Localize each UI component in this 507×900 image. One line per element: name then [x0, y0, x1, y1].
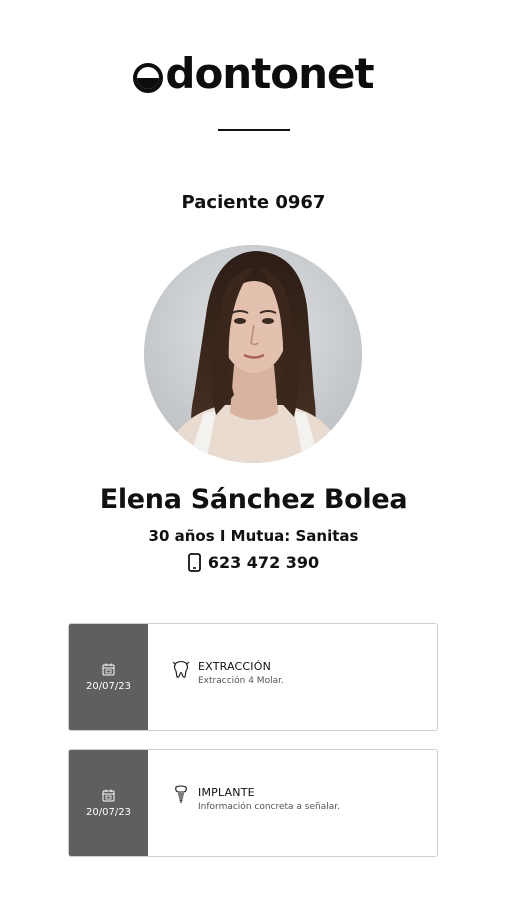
implant-icon — [175, 785, 187, 803]
patient-avatar — [144, 245, 362, 463]
calendar-icon — [102, 663, 115, 675]
tooth-icon — [172, 660, 190, 678]
logo-mark-icon — [133, 62, 164, 93]
treatment-date: 20/07/23 — [86, 806, 131, 818]
treatment-date-panel: 20/07/23 — [69, 750, 148, 856]
treatment-card[interactable]: 20/07/23 EXTRACCIÓN Extracción 4 Molar. — [68, 623, 438, 731]
treatment-body: EXTRACCIÓN Extracción 4 Molar. — [148, 624, 284, 730]
header-divider — [218, 129, 290, 131]
treatment-card[interactable]: 20/07/23 IMPLANTE Información concreta a… — [68, 749, 438, 857]
patient-phone[interactable]: 623 472 390 — [0, 553, 507, 572]
treatment-description: Información concreta a señalar. — [198, 802, 341, 812]
patient-name: Elena Sánchez Bolea — [99, 484, 408, 515]
app-logo: dontonet — [0, 48, 507, 100]
treatment-body: IMPLANTE Información concreta a señalar. — [148, 750, 340, 856]
phone-icon — [187, 553, 201, 572]
patient-id-label: Paciente 0967 — [181, 192, 326, 213]
treatment-title: IMPLANTE — [198, 786, 255, 799]
treatment-title: EXTRACCIÓN — [198, 660, 272, 673]
phone-number: 623 472 390 — [207, 553, 320, 572]
treatment-description: Extracción 4 Molar. — [198, 676, 284, 686]
logo-text: dontonet — [165, 49, 374, 98]
treatment-date: 20/07/23 — [86, 680, 131, 692]
calendar-icon — [102, 789, 115, 801]
treatment-date-panel: 20/07/23 — [69, 624, 148, 730]
patient-age-insurance: 30 años I Mutua: Sanitas — [148, 527, 359, 545]
